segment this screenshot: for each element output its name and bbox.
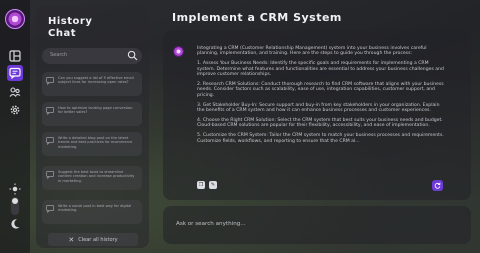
message-paragraph: 3. Get Stakeholder Buy-In: Secure suppor…	[197, 102, 440, 114]
history-item[interactable]: How to optimize landing page conversion …	[42, 102, 142, 126]
theme-toggle[interactable]	[11, 197, 19, 215]
message-paragraph: 2. Research CRM Solutions: Conduct thoro…	[197, 82, 444, 98]
history-item-text: Write a detailed blog post on the latest…	[58, 136, 133, 149]
history-item-text: Can you suggest a list of 5 effective em…	[58, 76, 134, 85]
history-item-text: How to optimize landing page conversion …	[58, 106, 133, 115]
layout-icon[interactable]	[7, 48, 23, 64]
assistant-avatar	[173, 46, 184, 57]
ask-input[interactable]: Ask or search anything...	[163, 206, 471, 244]
users-icon[interactable]	[7, 84, 23, 100]
message-paragraph: 1. Assess Your Business Needs: Identify …	[197, 61, 444, 78]
history-item[interactable]: Write a social post in best way for digi…	[42, 200, 142, 224]
message-actions: ❐ ✎	[197, 181, 217, 189]
history-item[interactable]: Can you suggest a list of 5 effective em…	[42, 72, 142, 96]
message-paragraph: 5. Customize the CRM System: Tailor the …	[197, 133, 444, 144]
copy-icon[interactable]: ❐	[197, 181, 205, 189]
history-item-text: Suggest the best tools to streamline con…	[58, 170, 135, 183]
search-input[interactable]: Search	[42, 48, 142, 64]
chat-bubble-icon	[46, 171, 54, 179]
search-placeholder: Search	[50, 52, 68, 58]
assistant-message: Integrating a CRM (Customer Relationship…	[197, 46, 447, 149]
message-paragraph: Integrating a CRM (Customer Relationship…	[197, 46, 427, 57]
history-panel: History Chat Search Can you suggest a li…	[36, 6, 149, 248]
close-icon: ✕	[68, 235, 75, 244]
app-logo[interactable]	[5, 9, 25, 29]
chat-icon[interactable]	[7, 65, 23, 81]
message-paragraph: 4. Choose the Right CRM Solution: Select…	[197, 118, 443, 129]
chat-panel: Integrating a CRM (Customer Relationship…	[163, 30, 471, 200]
gear-icon[interactable]	[7, 102, 23, 118]
sun-icon[interactable]	[7, 181, 23, 197]
moon-icon[interactable]	[7, 216, 23, 232]
regenerate-icon[interactable]	[432, 180, 443, 191]
edit-icon[interactable]: ✎	[209, 181, 217, 189]
chat-bubble-icon	[46, 77, 54, 85]
clear-history-label: Clear all history	[78, 236, 118, 243]
icon-rail	[0, 0, 30, 253]
history-item-text: Write a social post in best way for digi…	[58, 204, 132, 213]
search-icon[interactable]	[127, 50, 138, 61]
clear-history-button[interactable]: ✕ Clear all history	[48, 233, 138, 246]
chat-bubble-icon	[46, 107, 54, 115]
ask-placeholder: Ask or search anything...	[176, 221, 246, 227]
chat-bubble-icon	[46, 137, 54, 145]
history-item[interactable]: Suggest the best tools to streamline con…	[42, 166, 142, 190]
history-item[interactable]: Write a detailed blog post on the latest…	[42, 132, 142, 156]
page-title: Implement a CRM System	[172, 11, 342, 24]
history-title: History Chat	[48, 16, 93, 39]
chat-bubble-icon	[46, 205, 54, 213]
